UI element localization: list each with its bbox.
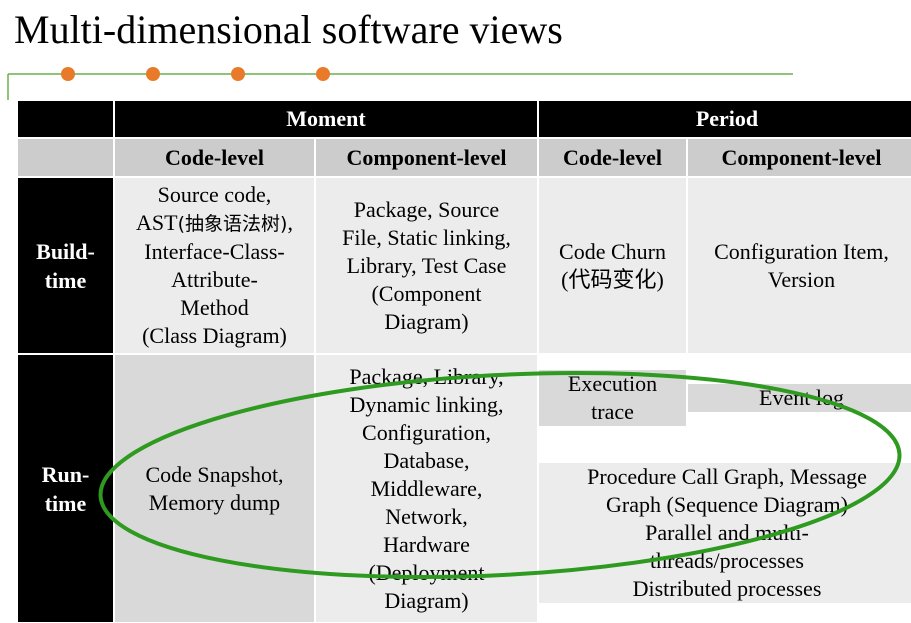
page-title: Multi-dimensional software views [14,7,563,52]
cell-run-period-graphs: Procedure Call Graph, Message Graph (Seq… [539,462,911,603]
subheader-corner [18,139,113,176]
table-corner [18,101,113,137]
title-decoration [7,67,793,100]
bullet-dot [231,67,245,81]
cell-call-graph-text: Procedure Call Graph, Message Graph (Seq… [587,463,867,517]
subheader-moment-code: Code-level [115,139,314,176]
row-label-run-time: Run- time [18,355,113,622]
cell-build-moment-component: Package, Source File, Static linking, Li… [316,178,537,353]
cell-run-period-component: Event log [688,384,911,412]
row-label-build-time: Build- time [18,178,113,353]
cell-run-period-code: Execution trace [539,370,686,426]
cell-build-moment-code: Source code, AST(抽象语法树), Interface-Class… [115,178,314,353]
cell-run-moment-component: Package, Library, Dynamic linking, Confi… [316,355,537,622]
software-views-table: Moment Period Code-level Component-level… [18,101,911,622]
bullet-dot [146,67,160,81]
header-period: Period [539,101,911,137]
bullet-dot [61,67,75,81]
cell-run-moment-code: Code Snapshot, Memory dump [115,355,314,622]
cell-text-cjk: (抽象语法树) [177,213,288,235]
subheader-moment-component: Component-level [316,139,537,176]
subheader-period-component: Component-level [688,139,911,176]
cell-run-period: Execution trace Event log Procedure Call… [539,355,911,622]
subheader-period-code: Code-level [539,139,686,176]
cell-build-period-code: Code Churn (代码变化) [539,178,686,353]
cell-parallel-text: Parallel and multi- threads/processes Di… [632,519,822,601]
bullet-dot [316,67,330,81]
header-moment: Moment [115,101,537,137]
cell-build-period-component: Configuration Item, Version [688,178,911,353]
